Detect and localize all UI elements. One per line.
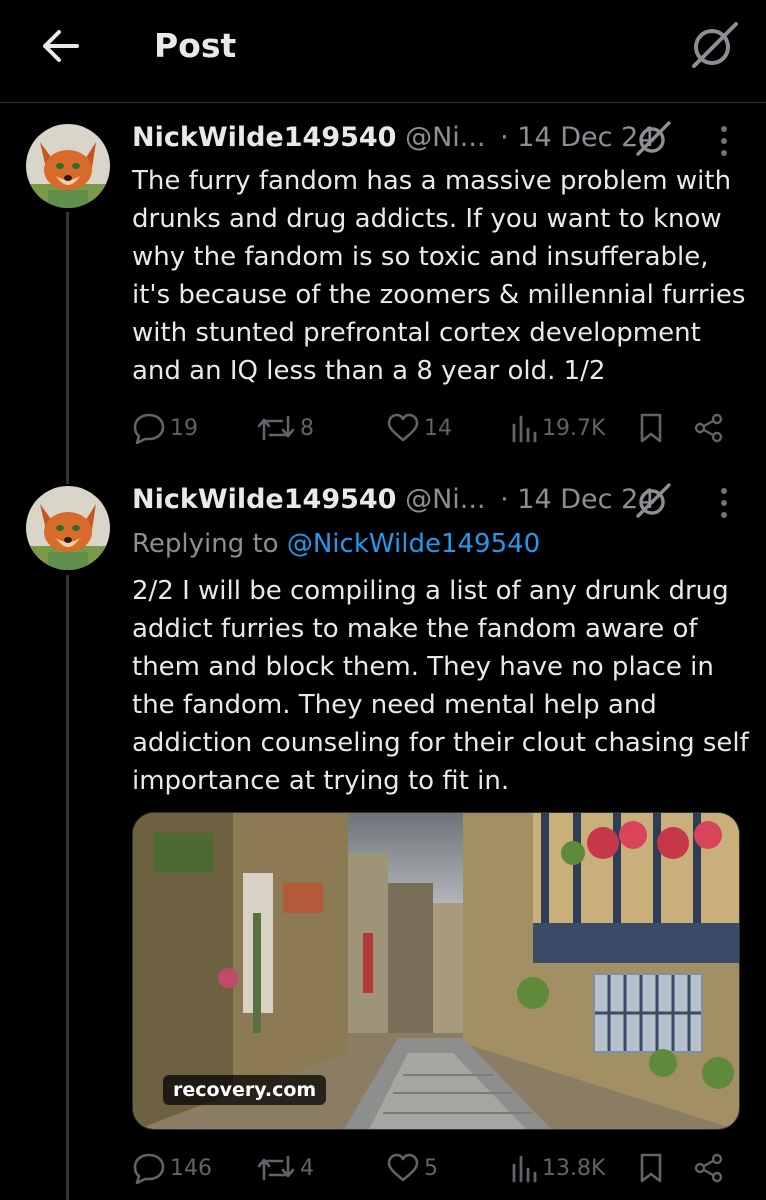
reply-button[interactable]: 146 [132,1148,212,1188]
heart-icon [387,1153,419,1182]
repost-button[interactable]: 4 [256,1148,314,1188]
tweet-actions: 146 4 5 13.8K [132,1148,732,1188]
reply-button[interactable]: 19 [132,408,198,448]
like-count: 14 [424,415,452,441]
avatar[interactable] [26,124,110,208]
heart-icon [387,413,419,442]
repost-icon [257,1155,295,1181]
like-count: 5 [424,1155,438,1181]
repost-count: 8 [300,415,314,441]
author-handle[interactable]: @Ni... [405,122,485,153]
page-title: Post [154,26,237,65]
views-chart-icon [512,1155,537,1183]
bookmark-icon [640,1153,662,1183]
tweet-text: 2/2 I will be compiling a list of any dr… [132,576,749,796]
grok-icon [692,22,738,68]
share-button[interactable] [694,408,724,448]
views-button[interactable]: 19.7K [510,408,605,448]
reply-icon [133,413,165,444]
thread-line [66,575,69,1200]
reply-count: 19 [170,415,198,441]
reply-count: 146 [170,1155,212,1181]
views-count: 13.8K [542,1155,606,1181]
bookmark-button[interactable] [638,408,664,448]
views-chart-icon [512,415,537,443]
grok-button[interactable] [634,120,672,158]
like-button[interactable]: 5 [386,1148,438,1188]
more-options-button[interactable] [714,124,734,158]
tweet-meta: NickWilde149540 @Ni... · 14 Dec 24 [132,482,655,518]
author-name[interactable]: NickWilde149540 [132,484,396,515]
media-source-label: recovery.com [163,1075,327,1105]
tweet-media-image[interactable]: recovery.com [132,812,740,1130]
repost-button[interactable]: 8 [256,408,314,448]
repost-icon [257,415,295,441]
grok-icon [636,121,671,156]
views-button[interactable]: 13.8K [510,1148,605,1188]
share-icon [694,413,723,443]
tweet-meta: NickWilde149540 @Ni... · 14 Dec 24 [132,120,655,156]
separator: · [500,122,509,153]
avatar[interactable] [26,486,110,570]
tweet-actions: 19 8 14 19.7K [132,408,732,448]
author-handle[interactable]: @Ni... [405,484,485,515]
back-button[interactable] [38,24,82,68]
share-icon [694,1153,723,1183]
tweet-text: The furry fandom has a massive problem w… [132,166,746,386]
top-app-bar: Post [0,0,766,103]
more-options-button[interactable] [714,486,734,520]
replying-to-mention[interactable]: @NickWilde149540 [287,529,540,559]
like-button[interactable]: 14 [386,408,452,448]
avatar-fox-image [26,486,110,570]
author-name[interactable]: NickWilde149540 [132,122,396,153]
views-count: 19.7K [542,415,606,441]
grok-button[interactable] [688,20,740,72]
arrow-left-icon [43,30,79,62]
more-vertical-icon [721,126,727,156]
bookmark-icon [640,413,662,443]
grok-button[interactable] [634,482,672,520]
avatar-fox-image [26,124,110,208]
thread-line [66,212,69,484]
share-button[interactable] [694,1148,724,1188]
bookmark-button[interactable] [638,1148,664,1188]
reply-icon [133,1153,165,1184]
replying-to-label: Replying to [132,529,279,559]
repost-count: 4 [300,1155,314,1181]
separator: · [500,484,509,515]
more-vertical-icon [721,488,727,518]
grok-icon [636,483,671,518]
replying-to: Replying to @NickWilde149540 [132,527,540,561]
